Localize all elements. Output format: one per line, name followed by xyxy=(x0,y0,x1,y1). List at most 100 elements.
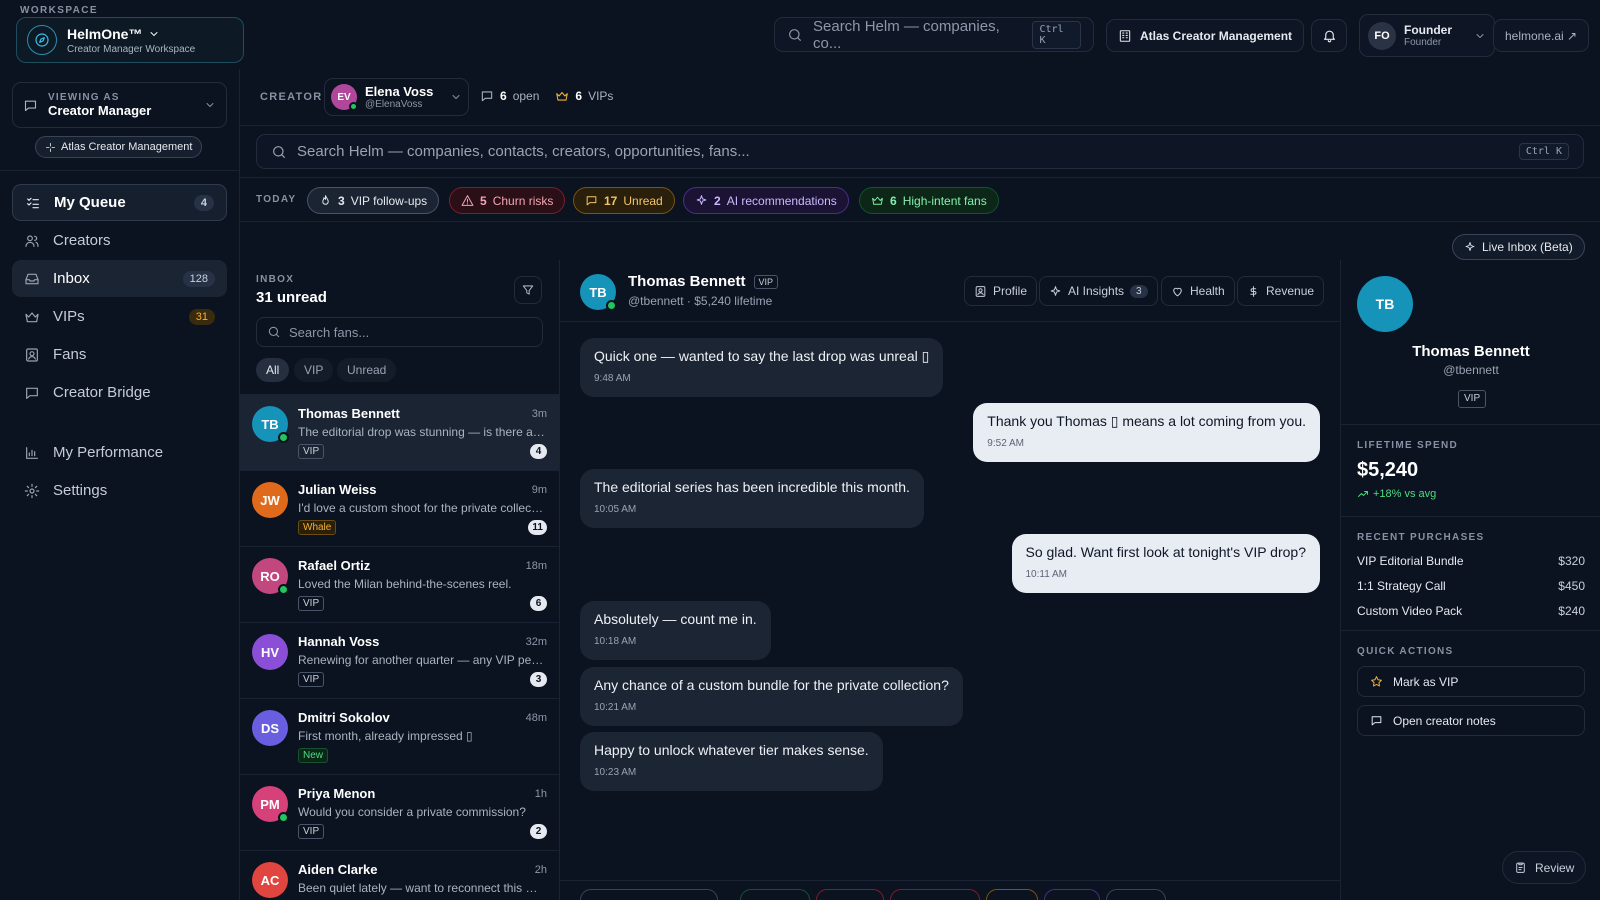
star-icon xyxy=(1370,675,1383,688)
fan-name: Aiden Clarke xyxy=(298,862,378,877)
filter-tab-unread[interactable]: Unread xyxy=(337,358,397,382)
pill-ai-recommendations[interactable]: 2 AI recommendations xyxy=(683,187,849,214)
fan-avatar: HV xyxy=(252,634,288,670)
pill-vip-followups[interactable]: 3 VIP follow-ups xyxy=(307,187,440,214)
message-text: Happy to unlock whatever tier makes sens… xyxy=(594,742,869,758)
composer-action[interactable] xyxy=(1044,889,1100,900)
helmone-link[interactable]: helmone.ai ↗ xyxy=(1493,19,1590,52)
fan-tag: VIP xyxy=(298,824,325,839)
fan-row[interactable]: JW Julian Weiss 9m I'd love a custom shoot … xyxy=(240,470,559,546)
org-button[interactable]: Atlas Creator Management xyxy=(1106,19,1305,52)
notifications-button[interactable] xyxy=(1311,19,1347,52)
divider xyxy=(0,170,240,171)
org-pill[interactable]: Atlas Creator Management xyxy=(35,136,203,158)
composer-action[interactable] xyxy=(890,889,980,900)
creator-selector[interactable]: EV Elena Voss @ElenaVoss xyxy=(324,78,469,116)
profile-panel: TB Thomas Bennett @tbennett VIP LIFETIME… xyxy=(1340,260,1600,900)
ai-insights-count: 3 xyxy=(1130,284,1148,298)
fan-name: Hannah Voss xyxy=(298,634,380,649)
profile-button[interactable]: Profile xyxy=(964,276,1038,306)
message-text: The editorial series has been incredible… xyxy=(594,479,910,495)
message-text: Any chance of a custom bundle for the pr… xyxy=(594,677,949,693)
message-icon xyxy=(585,194,598,207)
nav-count: 4 xyxy=(193,194,214,211)
filter-button[interactable] xyxy=(514,276,542,304)
composer-action[interactable] xyxy=(816,889,884,900)
creator-handle: @ElenaVoss xyxy=(365,99,423,110)
fan-tag: Whale xyxy=(298,520,337,535)
filter-icon xyxy=(521,283,535,297)
nav-fans[interactable]: Fans xyxy=(12,336,227,373)
fan-name: Dmitri Sokolov xyxy=(298,710,390,725)
composer-action[interactable] xyxy=(740,889,810,900)
open-creator-notes-button[interactable]: Open creator notes xyxy=(1357,705,1585,736)
review-button[interactable]: Review xyxy=(1502,851,1587,884)
message-time: 10:05 AM xyxy=(594,504,637,515)
lifetime-spend-label: LIFETIME SPEND xyxy=(1357,440,1458,451)
creator-label: CREATOR xyxy=(260,91,323,103)
fan-search-input[interactable]: Search fans... xyxy=(256,317,543,347)
composer-bar xyxy=(560,880,1340,900)
global-search[interactable]: Search Helm — companies, co... Ctrl K xyxy=(774,17,1094,52)
fan-tag: VIP xyxy=(298,444,325,459)
sparkle-icon xyxy=(695,194,708,207)
fan-row[interactable]: RO Rafael Ortiz 18m Loved the Milan behind-… xyxy=(240,546,559,622)
user-menu[interactable]: FO Founder Founder xyxy=(1359,14,1495,57)
nav-my-queue[interactable]: My Queue 4 xyxy=(12,184,227,221)
nav-my-performance[interactable]: My Performance xyxy=(12,434,227,471)
fan-avatar: TB xyxy=(252,406,289,443)
composer-action[interactable] xyxy=(986,889,1038,900)
live-inbox-button[interactable]: Live Inbox (Beta) xyxy=(1452,234,1585,260)
unread-badge: 4 xyxy=(530,444,547,459)
sparkle-icon xyxy=(1049,285,1062,298)
incoming-message: Absolutely — count me in. 10:18 AM xyxy=(580,601,771,660)
fan-time: 1h xyxy=(534,788,547,800)
fan-avatar: JW xyxy=(252,482,288,518)
message-square-icon xyxy=(1370,714,1383,727)
workspace-switcher[interactable]: HelmOne™ Creator Manager Workspace xyxy=(16,17,244,63)
pill-churn-risks[interactable]: 5 Churn risks xyxy=(449,187,566,214)
search-shortcut: Ctrl K xyxy=(1032,20,1081,49)
ai-insights-button[interactable]: AI Insights 3 xyxy=(1039,276,1158,306)
incoming-message: Happy to unlock whatever tier makes sens… xyxy=(580,732,883,791)
nav-creator-bridge[interactable]: Creator Bridge xyxy=(12,374,227,411)
fan-preview: Loved the Milan behind-the-scenes reel. xyxy=(298,577,512,591)
heart-icon xyxy=(1171,285,1184,298)
fan-time: 9m xyxy=(531,484,547,496)
pill-unread[interactable]: 17 Unread xyxy=(573,187,675,214)
main-search-shortcut: Ctrl K xyxy=(1518,143,1569,160)
filter-tab-vip[interactable]: VIP xyxy=(294,358,334,382)
message-text: So glad. Want first look at tonight's VI… xyxy=(1025,544,1307,560)
viewing-as-selector[interactable]: VIEWING AS Creator Manager xyxy=(12,82,227,128)
nav-label: VIPs xyxy=(53,308,85,325)
message-icon xyxy=(480,89,494,103)
nav-inbox[interactable]: Inbox 128 xyxy=(12,260,227,297)
fan-row[interactable]: HV Hannah Voss 32m Renewing for another qua… xyxy=(240,622,559,698)
bell-icon xyxy=(1322,28,1337,43)
org-button-label: Atlas Creator Management xyxy=(1140,28,1293,43)
composer-action[interactable] xyxy=(580,889,718,900)
fan-name: Thomas Bennett xyxy=(298,406,400,421)
chat-name: Thomas Bennett xyxy=(628,273,746,290)
warning-icon xyxy=(461,194,474,207)
nav-vips[interactable]: VIPs 31 xyxy=(12,298,227,335)
fan-name: Rafael Ortiz xyxy=(298,558,371,573)
fan-row[interactable]: AC Aiden Clarke 2h Been quiet lately — want… xyxy=(240,850,559,900)
fan-row[interactable]: DS Dmitri Sokolov 48m First month, already … xyxy=(240,698,559,774)
nav-creators[interactable]: Creators xyxy=(12,222,227,259)
nav-settings[interactable]: Settings xyxy=(12,472,227,509)
pill-high-intent-fans[interactable]: 6 High-intent fans xyxy=(859,187,999,214)
filter-tab-all[interactable]: All xyxy=(256,358,290,382)
purchase-row: 1:1 Strategy Call $450 xyxy=(1357,579,1585,593)
incoming-message: Quick one — wanted to say the last drop … xyxy=(580,338,944,397)
health-button[interactable]: Health xyxy=(1161,276,1235,306)
main-search[interactable]: Search Helm — companies, contacts, creat… xyxy=(256,134,1584,169)
fan-row[interactable]: PM Priya Menon 1h Would you consider a priv… xyxy=(240,774,559,850)
workspace-label: WORKSPACE xyxy=(20,5,98,16)
revenue-button[interactable]: Revenue xyxy=(1237,276,1325,306)
fan-row[interactable]: TB Thomas Bennett 3m The editorial drop was… xyxy=(240,394,559,470)
profile-name: Thomas Bennett xyxy=(1412,343,1530,360)
users-icon xyxy=(24,233,40,249)
mark-as-vip-button[interactable]: Mark as VIP xyxy=(1357,666,1585,697)
composer-action[interactable] xyxy=(1106,889,1166,900)
